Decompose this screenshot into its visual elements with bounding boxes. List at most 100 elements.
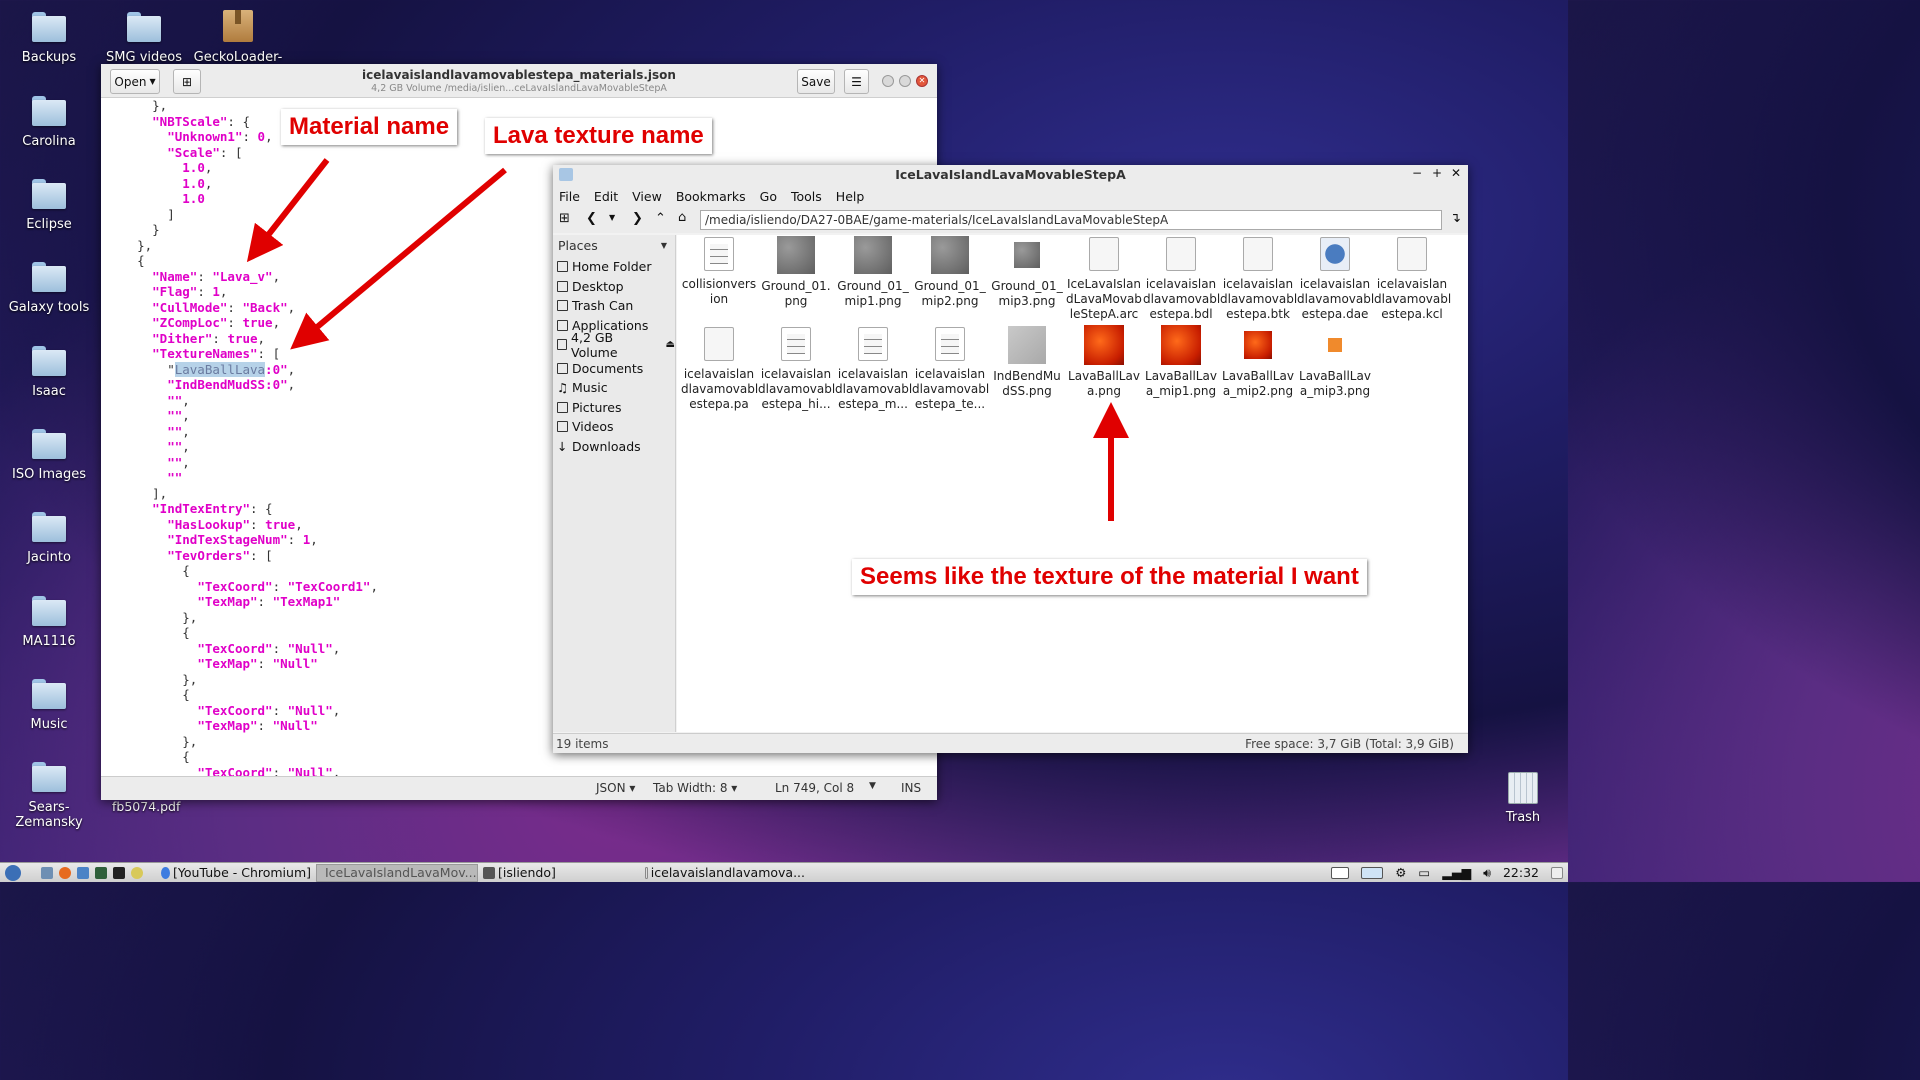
desktop-icon-smg-videos[interactable]: SMG videos — [99, 12, 189, 65]
sidebar-item-documents[interactable]: Documents — [553, 359, 675, 379]
file-item[interactable]: LavaBallLav a_mip2.png — [1220, 325, 1296, 399]
desktop-icon-backups[interactable]: Backups — [4, 12, 94, 65]
file-item[interactable]: IndBendMu dSS.png — [989, 325, 1065, 399]
text-file-icon — [858, 327, 888, 361]
file-item[interactable]: icelavaislan dlavamovabl estepa.pa — [681, 325, 758, 412]
chevron-down-icon[interactable]: ▼ — [869, 781, 876, 791]
file-item[interactable]: Ground_01_ mip3.png — [989, 235, 1065, 309]
file-label: icelavaislan dlavamovabl estepa.kcl — [1374, 277, 1452, 321]
up-icon[interactable]: ⌃ — [655, 211, 666, 226]
task-editor[interactable]: icelavaislandlavamova... — [640, 864, 810, 882]
sidebar-item-desktop[interactable]: Desktop — [553, 277, 675, 297]
file-manager-icon[interactable] — [41, 866, 53, 879]
file-item[interactable]: Ground_01_ mip1.png — [835, 235, 911, 309]
file-label: IceLavaIslan dLavaMovab leStepA.arc — [1066, 277, 1142, 321]
menu-button[interactable]: ☰ — [844, 69, 869, 94]
desktop-icon-geckoloader[interactable]: GeckoLoader- — [193, 10, 283, 65]
file-item[interactable]: Ground_01. png — [758, 235, 834, 309]
file-label: collisionvers ion — [681, 277, 757, 306]
maximize-button[interactable]: + — [1432, 166, 1442, 180]
task-chromium[interactable]: [YouTube - Chromium] — [156, 864, 316, 882]
cursor-position[interactable]: Ln 749, Col 8 — [775, 781, 854, 795]
file-item[interactable]: icelavaislan dlavamovabl estepa_te... — [912, 325, 989, 412]
save-button[interactable]: Save — [797, 69, 835, 94]
sidebar-item-trash[interactable]: Trash Can — [553, 296, 675, 316]
language-selector[interactable]: JSON ▾ — [596, 781, 635, 795]
signal-icon[interactable]: ▂▄▆ — [1442, 865, 1471, 880]
sidebar-item-videos[interactable]: Videos — [553, 417, 675, 437]
file-item[interactable]: icelavaislan dlavamovabl estepa_hi... — [758, 325, 835, 412]
minimize-button[interactable] — [882, 75, 894, 87]
file-item[interactable]: icelavaislan dlavamovabl estepa.kcl — [1374, 235, 1452, 322]
shield-icon[interactable] — [77, 866, 89, 879]
monitor-icon[interactable] — [95, 866, 107, 879]
network-icon[interactable]: ⚙ — [1395, 865, 1406, 880]
tab-width-selector[interactable]: Tab Width: 8 ▾ — [653, 781, 737, 795]
notes-icon[interactable] — [1551, 866, 1563, 879]
code-area[interactable]: }, "NBTScale": { "Unknown1": 0, "Scale":… — [107, 98, 378, 780]
new-tab-icon[interactable]: ⊞ — [559, 211, 570, 226]
sidebar-item-pictures[interactable]: Pictures — [553, 398, 675, 418]
forward-icon[interactable]: ❯ — [632, 211, 643, 226]
sidebar-item-volume[interactable]: 4,2 GB Volume ⏏ — [553, 330, 675, 360]
firefox-icon[interactable] — [59, 866, 71, 879]
desktop-icon-jacinto[interactable]: Jacinto — [4, 512, 94, 565]
menu-file[interactable]: File — [559, 189, 580, 204]
desktop-icon-eclipse[interactable]: Eclipse — [4, 179, 94, 232]
desktop-icon-ma1116[interactable]: MA1116 — [4, 596, 94, 649]
gecko-icon[interactable] — [131, 866, 143, 879]
close-button[interactable]: ✕ — [1451, 166, 1461, 180]
sidebar-item-downloads[interactable]: ↓ Downloads — [553, 437, 675, 457]
desktop-icon-sears-zemansky[interactable]: Sears- Zemansky — [4, 762, 94, 830]
maximize-button[interactable] — [899, 75, 911, 87]
desktop-switch-icon[interactable] — [1361, 866, 1384, 879]
battery-icon[interactable]: ▭ — [1418, 865, 1430, 880]
menu-go[interactable]: Go — [760, 189, 777, 204]
desktop-icon-trash[interactable]: Trash — [1478, 772, 1568, 825]
file-item[interactable]: icelavaislan dlavamovabl estepa.bdl — [1143, 235, 1220, 322]
file-label: icelavaislan dlavamovabl estepa.btk — [1220, 277, 1298, 321]
home-icon[interactable]: ⌂ — [678, 210, 686, 225]
volume-icon[interactable]: 🔊︎ — [1483, 865, 1491, 881]
file-item[interactable]: icelavaislan dlavamovabl estepa.dae — [1297, 235, 1374, 322]
back-icon[interactable]: ❮ — [586, 211, 597, 226]
file-label: IndBendMu dSS.png — [993, 369, 1061, 398]
menu-view[interactable]: View — [632, 189, 662, 204]
file-item[interactable]: Ground_01_ mip2.png — [912, 235, 988, 309]
desktop-icon-carolina[interactable]: Carolina — [4, 96, 94, 149]
close-button[interactable]: ✕ — [916, 75, 928, 87]
file-item[interactable]: collisionvers ion — [681, 235, 757, 307]
task-file-manager[interactable]: IceLavaIslandLavaMov... — [316, 863, 478, 882]
chevron-down-icon[interactable]: ▼ — [609, 213, 615, 222]
desktop-icon-music[interactable]: Music — [4, 679, 94, 732]
menu-bookmarks[interactable]: Bookmarks — [676, 189, 746, 204]
start-button[interactable] — [0, 864, 36, 882]
clock[interactable]: 22:32 — [1503, 865, 1539, 880]
desktop-file-pdf[interactable]: fb5074.pdf — [112, 799, 180, 814]
file-item[interactable]: LavaBallLav a_mip3.png — [1297, 325, 1373, 399]
sidebar-item-music[interactable]: ♫ Music — [553, 378, 675, 398]
file-item[interactable]: LavaBallLav a.png — [1066, 325, 1142, 399]
window-icon[interactable] — [1331, 866, 1350, 879]
menu-help[interactable]: Help — [836, 189, 865, 204]
eject-icon[interactable]: ⏏ — [666, 339, 675, 350]
menu-edit[interactable]: Edit — [594, 189, 618, 204]
terminal-icon[interactable] — [113, 866, 125, 879]
task-terminal[interactable]: [isliendo] — [478, 864, 640, 882]
desktop-icon-iso-images[interactable]: ISO Images — [4, 429, 94, 482]
file-item[interactable]: IceLavaIslan dLavaMovab leStepA.arc — [1066, 235, 1142, 322]
minimize-button[interactable]: − — [1412, 166, 1422, 180]
editor-header: Open ▼ ⊞ icelavaislandlavamovablestepa_ma… — [101, 64, 937, 98]
file-item[interactable]: icelavaislan dlavamovabl estepa_m... — [835, 325, 912, 412]
desktop-icon-isaac[interactable]: Isaac — [4, 346, 94, 399]
places-header[interactable]: Places ▼ — [553, 235, 675, 255]
location-bar[interactable]: /media/isliendo/DA27-0BAE/game-materials… — [700, 210, 1442, 230]
go-icon[interactable]: ↴ — [1450, 211, 1461, 226]
sidebar-item-home[interactable]: Home Folder — [553, 257, 675, 277]
file-item[interactable]: LavaBallLav a_mip1.png — [1143, 325, 1219, 399]
code-line: "", — [167, 408, 190, 423]
file-item[interactable]: icelavaislan dlavamovabl estepa.btk — [1220, 235, 1298, 322]
menu-tools[interactable]: Tools — [791, 189, 822, 204]
desktop-icon-galaxy-tools[interactable]: Galaxy tools — [4, 262, 94, 315]
code-line: }, — [107, 733, 198, 749]
